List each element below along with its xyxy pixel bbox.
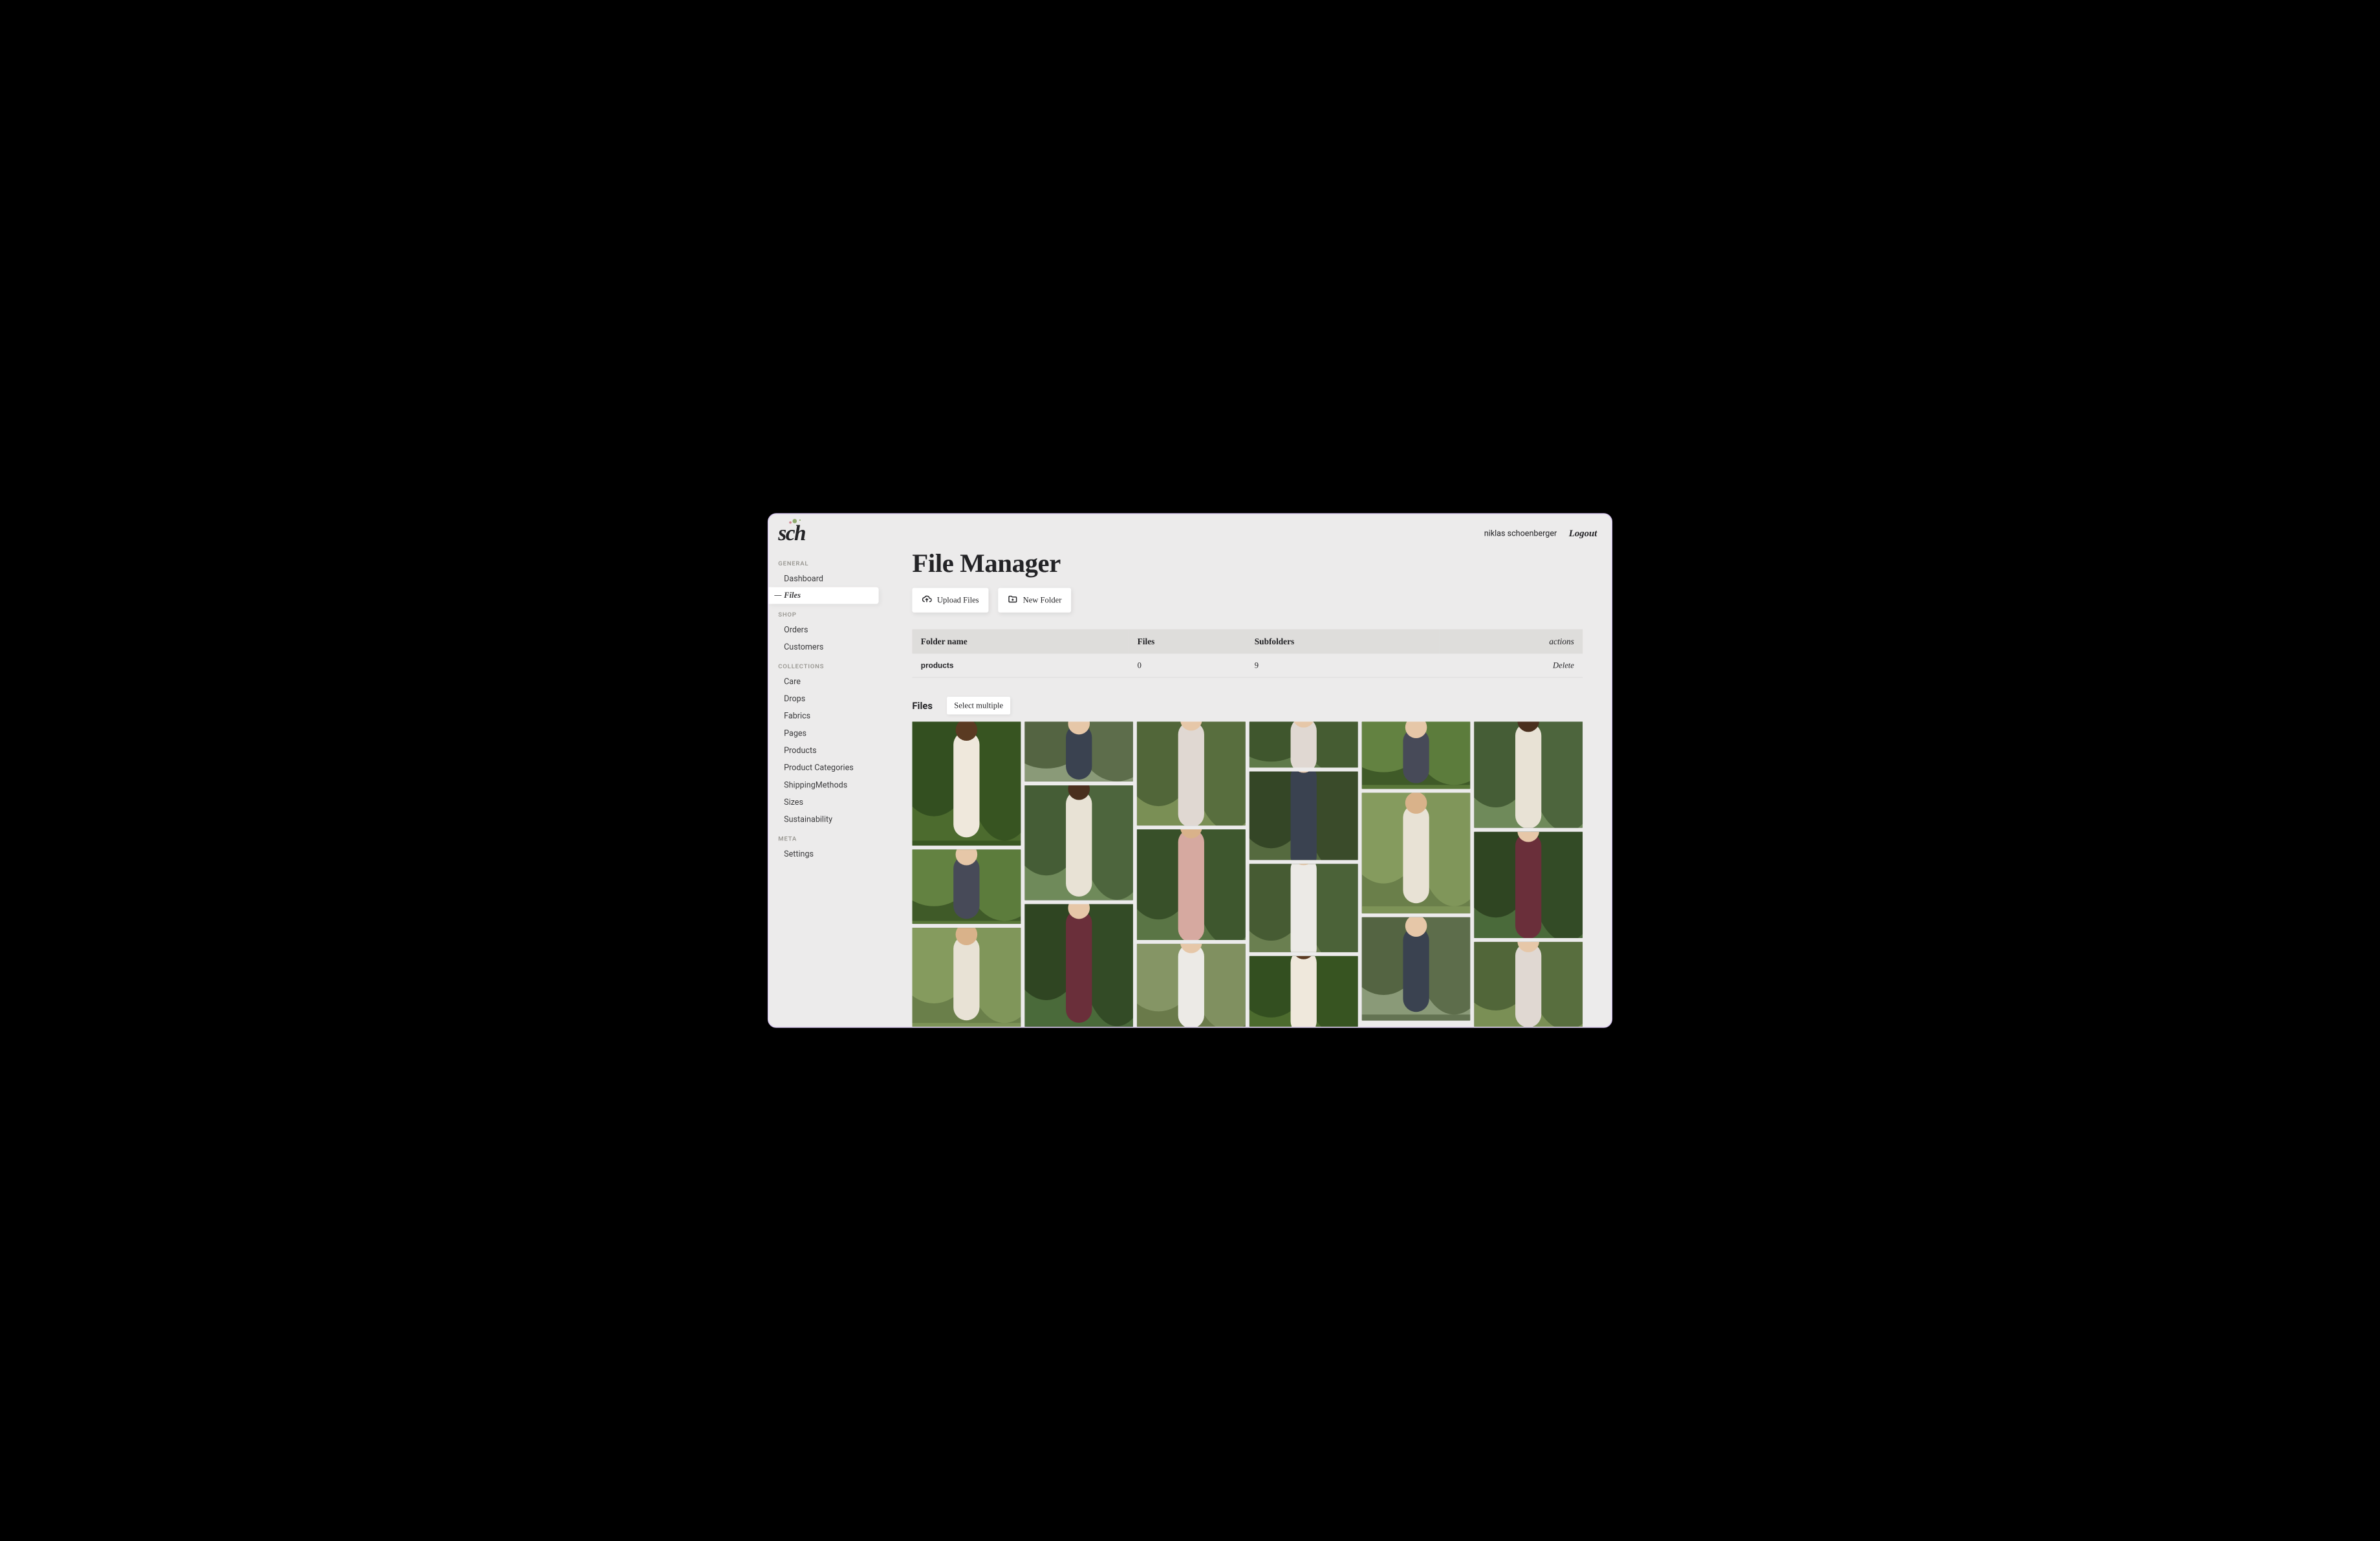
folder-name-cell[interactable]: products	[912, 653, 1129, 677]
image-thumbnail[interactable]	[1250, 956, 1358, 1027]
upload-files-button[interactable]: Upload Files	[912, 588, 988, 613]
main-content: File Manager Upload Files New Folder	[883, 545, 1612, 1027]
image-thumbnail[interactable]	[1362, 722, 1471, 789]
sidebar-item-products[interactable]: Products	[768, 742, 883, 760]
topbar: sch niklas schoenberger Logout	[768, 514, 1611, 545]
image-thumbnail[interactable]	[1250, 722, 1358, 768]
image-thumbnail[interactable]	[1474, 832, 1583, 938]
new-folder-button[interactable]: New Folder	[998, 588, 1071, 613]
image-thumbnail[interactable]	[1362, 917, 1471, 1021]
action-row: Upload Files New Folder	[912, 588, 1583, 613]
image-thumbnail[interactable]	[1362, 792, 1471, 913]
image-thumbnail[interactable]	[1474, 722, 1583, 828]
image-thumbnail[interactable]	[1250, 864, 1358, 952]
image-thumbnail[interactable]	[1137, 722, 1246, 825]
delete-link[interactable]: Delete	[1553, 661, 1574, 670]
table-row[interactable]: products09 Delete	[912, 653, 1583, 677]
sidebar: GENERALDashboardFilesSHOPOrdersCustomers…	[768, 545, 883, 1027]
sidebar-group-label: META	[768, 828, 883, 846]
sidebar-item-sizes[interactable]: Sizes	[768, 794, 883, 811]
brand-logo[interactable]: sch	[778, 521, 805, 545]
sidebar-item-care[interactable]: Care	[768, 673, 883, 690]
col-files: Files	[1129, 629, 1246, 654]
sidebar-item-shippingmethods[interactable]: ShippingMethods	[768, 776, 883, 794]
logout-button[interactable]: Logout	[1569, 527, 1597, 538]
image-thumbnail[interactable]	[1474, 942, 1583, 1027]
col-folder-name: Folder name	[912, 629, 1129, 654]
sidebar-item-files[interactable]: Files	[768, 587, 878, 604]
image-thumbnail[interactable]	[912, 849, 1021, 924]
new-folder-label: New Folder	[1023, 596, 1062, 605]
image-thumbnail[interactable]	[912, 928, 1021, 1027]
image-thumbnail[interactable]	[1137, 829, 1246, 940]
image-thumbnail[interactable]	[1250, 772, 1358, 860]
upload-icon	[922, 594, 932, 606]
col-subfolders: Subfolders	[1246, 629, 1439, 654]
image-thumbnail[interactable]	[912, 722, 1021, 846]
col-actions: actions	[1440, 629, 1583, 654]
sidebar-item-dashboard[interactable]: Dashboard	[768, 570, 883, 587]
image-thumbnail[interactable]	[1024, 722, 1133, 781]
image-thumbnail[interactable]	[1024, 904, 1133, 1027]
app-window: sch niklas schoenberger Logout GENERALDa…	[768, 513, 1612, 1028]
sidebar-item-sustainability[interactable]: Sustainability	[768, 811, 883, 828]
folder-plus-icon	[1008, 594, 1018, 606]
subfolders-count-cell: 9	[1246, 653, 1439, 677]
files-count-cell: 0	[1129, 653, 1246, 677]
sidebar-item-customers[interactable]: Customers	[768, 639, 883, 656]
image-thumbnail[interactable]	[1137, 944, 1246, 1027]
user-area: niklas schoenberger Logout	[1484, 527, 1597, 538]
sidebar-group-label: SHOP	[768, 604, 883, 621]
sidebar-item-pages[interactable]: Pages	[768, 725, 883, 742]
files-header: Files Select multiple	[912, 697, 1583, 714]
current-user: niklas schoenberger	[1484, 529, 1557, 538]
sidebar-item-settings[interactable]: Settings	[768, 845, 883, 862]
folder-table: Folder name Files Subfolders actions pro…	[912, 629, 1583, 678]
sidebar-group-label: GENERAL	[768, 552, 883, 570]
image-gallery	[912, 722, 1583, 1027]
image-thumbnail[interactable]	[1024, 785, 1133, 901]
sidebar-item-orders[interactable]: Orders	[768, 621, 883, 639]
page-title: File Manager	[912, 548, 1583, 578]
select-multiple-button[interactable]: Select multiple	[947, 697, 1010, 714]
files-section-label: Files	[912, 700, 933, 711]
sidebar-item-drops[interactable]: Drops	[768, 690, 883, 708]
sidebar-group-label: COLLECTIONS	[768, 655, 883, 673]
sidebar-item-product-categories[interactable]: Product Categories	[768, 759, 883, 776]
sidebar-item-fabrics[interactable]: Fabrics	[768, 707, 883, 725]
upload-files-label: Upload Files	[937, 596, 979, 605]
